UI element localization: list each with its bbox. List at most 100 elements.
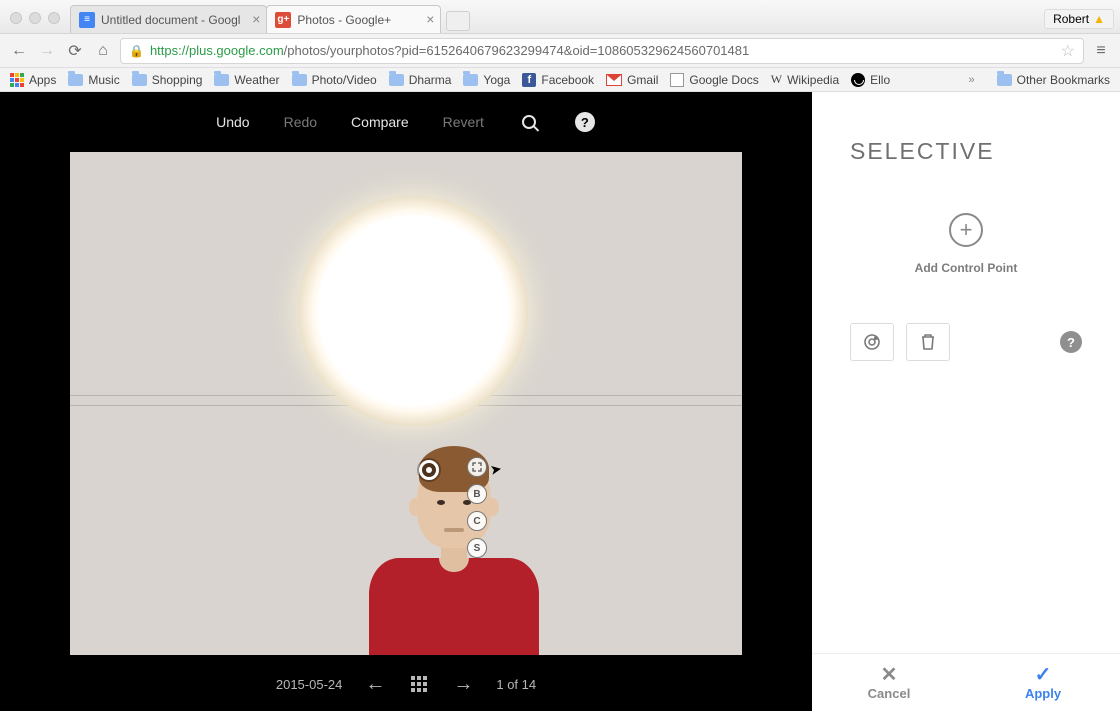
window-zoom[interactable] [48, 12, 60, 24]
url-host: ://plus.google.com [178, 43, 284, 58]
bookmark-folder-music[interactable]: Music [68, 73, 119, 87]
bookmark-folder-shopping[interactable]: Shopping [132, 73, 203, 87]
ello-icon [851, 73, 865, 87]
url-scheme: https [150, 43, 178, 58]
bookmark-label: Photo/Video [312, 73, 377, 87]
bookmark-folder-weather[interactable]: Weather [214, 73, 279, 87]
browser-tabs: ≡ Untitled document - Googl × g+ Photos … [70, 0, 470, 33]
bookmark-label: Facebook [541, 73, 594, 87]
folder-icon [463, 74, 478, 86]
cancel-button[interactable]: ✕ Cancel [812, 654, 966, 711]
bookmark-label: Dharma [409, 73, 452, 87]
folder-icon [292, 74, 307, 86]
editor-footer: 2015-05-24 ← → 1 of 14 [0, 657, 812, 711]
bookmark-label: Music [88, 73, 119, 87]
profile-name: Robert [1053, 12, 1089, 26]
folder-icon [68, 74, 83, 86]
window-minimize[interactable] [29, 12, 41, 24]
target-icon [862, 332, 882, 352]
mouse-cursor-icon: ➤ [489, 460, 504, 479]
apply-button[interactable]: ✓ Apply [966, 654, 1120, 711]
control-point-contrast[interactable]: C [467, 511, 487, 531]
apps-icon [10, 73, 24, 87]
bookmark-folder-yoga[interactable]: Yoga [463, 73, 510, 87]
panel-tool-row: ? [812, 275, 1120, 361]
chrome-profile-button[interactable]: Robert ▲ [1044, 9, 1114, 29]
toggle-control-points-button[interactable] [850, 323, 894, 361]
lock-icon: 🔒 [129, 44, 144, 58]
add-control-point-button[interactable]: + [949, 213, 983, 247]
browser-tab-photos[interactable]: g+ Photos - Google+ × [266, 5, 441, 33]
photo-canvas[interactable]: B C S ➤ [70, 152, 742, 655]
zoom-button[interactable] [518, 111, 540, 133]
docs-favicon: ≡ [79, 12, 95, 28]
control-point-brightness[interactable]: B [467, 484, 487, 504]
window-titlebar: ≡ Untitled document - Googl × g+ Photos … [0, 0, 1120, 34]
panel-title: SELECTIVE [812, 92, 1120, 165]
bookmark-overflow[interactable]: » [969, 74, 975, 86]
bookmark-folder-dharma[interactable]: Dharma [389, 73, 452, 87]
tab-close-icon[interactable]: × [426, 12, 434, 26]
tab-close-icon[interactable]: × [252, 12, 260, 26]
compare-button[interactable]: Compare [351, 114, 409, 130]
grid-icon [411, 676, 427, 692]
close-icon: ✕ [881, 665, 898, 685]
cp-letter: B [473, 489, 480, 500]
redo-button[interactable]: Redo [284, 114, 317, 130]
bookmark-label: Wikipedia [787, 73, 839, 87]
bookmark-star-icon[interactable]: ☆ [1061, 41, 1075, 61]
prev-photo-button[interactable]: ← [364, 673, 386, 695]
address-bar[interactable]: 🔒 https://plus.google.com/photos/yourpho… [120, 38, 1084, 64]
photo-editor-pane: Undo Redo Compare Revert ? [0, 92, 812, 711]
warning-icon: ▲ [1093, 12, 1105, 26]
new-tab-button[interactable] [446, 11, 470, 31]
bookmark-label: Google Docs [689, 73, 758, 87]
magnifier-icon [522, 115, 536, 129]
facebook-icon: f [522, 73, 536, 87]
doc-icon [670, 73, 684, 87]
revert-button[interactable]: Revert [443, 114, 484, 130]
help-button[interactable]: ? [574, 111, 596, 133]
bookmark-apps[interactable]: Apps [10, 73, 56, 87]
editor-toolbar: Undo Redo Compare Revert ? [0, 92, 812, 152]
window-close[interactable] [10, 12, 22, 24]
undo-button[interactable]: Undo [216, 114, 249, 130]
delete-control-point-button[interactable] [906, 323, 950, 361]
bookmark-other[interactable]: Other Bookmarks [997, 73, 1110, 87]
bookmark-label: Apps [29, 73, 56, 87]
bookmark-label: Gmail [627, 73, 658, 87]
browser-tab-docs[interactable]: ≡ Untitled document - Googl × [70, 5, 267, 33]
add-control-point-label: Add Control Point [915, 261, 1018, 275]
app-content: Undo Redo Compare Revert ? [0, 92, 1120, 711]
bookmark-folder-photo-video[interactable]: Photo/Video [292, 73, 377, 87]
chrome-menu-icon[interactable]: ≡ [1090, 40, 1112, 62]
bookmark-gmail[interactable]: Gmail [606, 73, 658, 87]
bookmark-google-docs[interactable]: Google Docs [670, 73, 758, 87]
url-path: /photos/yourphotos?pid=61526406796232994… [284, 43, 750, 58]
panel-help-button[interactable]: ? [1060, 331, 1082, 353]
control-point-size-handle[interactable] [467, 457, 487, 477]
bookmark-ello[interactable]: Ello [851, 73, 890, 87]
bookmark-label: Other Bookmarks [1017, 73, 1110, 87]
browser-nav-bar: ← → ⟳ ⌂ 🔒 https://plus.google.com/photos… [0, 34, 1120, 68]
home-button[interactable]: ⌂ [92, 40, 114, 62]
folder-icon [997, 74, 1012, 86]
check-icon: ✓ [1035, 665, 1052, 685]
thumbnail-grid-button[interactable] [408, 673, 430, 695]
folder-icon [389, 74, 404, 86]
forward-button[interactable]: → [36, 40, 58, 62]
cancel-label: Cancel [868, 686, 911, 701]
control-point-saturation[interactable]: S [467, 538, 487, 558]
photo-date: 2015-05-24 [276, 677, 343, 692]
bookmarks-bar: Apps Music Shopping Weather Photo/Video … [0, 68, 1120, 92]
control-point-marker[interactable] [419, 460, 439, 480]
bookmark-label: Ello [870, 73, 890, 87]
panel-footer: ✕ Cancel ✓ Apply [812, 653, 1120, 711]
reload-button[interactable]: ⟳ [64, 40, 86, 62]
bookmark-facebook[interactable]: f Facebook [522, 73, 594, 87]
bookmark-wikipedia[interactable]: WWikipedia [771, 72, 839, 87]
next-photo-button[interactable]: → [452, 673, 474, 695]
back-button[interactable]: ← [8, 40, 30, 62]
help-icon: ? [1067, 335, 1075, 350]
canvas-wrapper: B C S ➤ [0, 152, 812, 657]
